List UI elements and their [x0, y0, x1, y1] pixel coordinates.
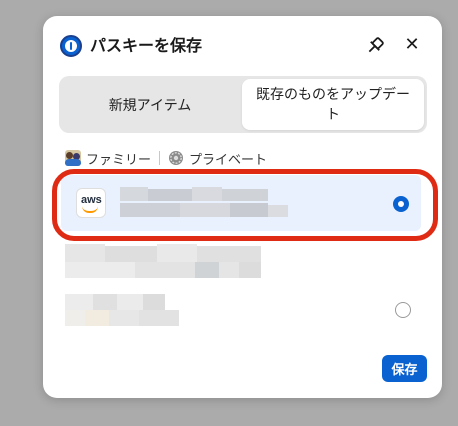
family-vault-icon [65, 150, 81, 166]
tab-new-item-label: 新規アイテム [108, 97, 192, 114]
tab-update-existing[interactable]: 既存のものをアップデート [242, 79, 424, 130]
redacted-list-item-3[interactable] [65, 294, 215, 330]
save-button[interactable]: 保存 [382, 355, 427, 382]
tab-new-item[interactable]: 新規アイテム [59, 76, 241, 133]
close-icon[interactable]: ✕ [401, 34, 423, 56]
save-button-label: 保存 [391, 363, 418, 378]
annotation-highlight-ring [52, 169, 438, 241]
vault-private-label[interactable]: プライベート [189, 149, 267, 168]
tab-update-existing-label: 既存のものをアップデート [256, 86, 410, 123]
dialog-title: パスキーを保存 [90, 36, 203, 55]
radio-unselected[interactable] [395, 302, 411, 318]
item-mode-tabs: 新規アイテム 既存のものをアップデート [59, 76, 427, 133]
dialog-header: パスキーを保存 ✕ [43, 16, 442, 76]
vault-family-label[interactable]: ファミリー [86, 149, 151, 168]
vault-divider [159, 151, 161, 165]
pin-icon[interactable] [364, 35, 386, 57]
gear-icon [169, 151, 184, 165]
vault-filter: ファミリー プライベート [65, 148, 267, 168]
1password-logo-icon [60, 35, 82, 57]
redacted-list-item-2[interactable] [65, 244, 265, 282]
